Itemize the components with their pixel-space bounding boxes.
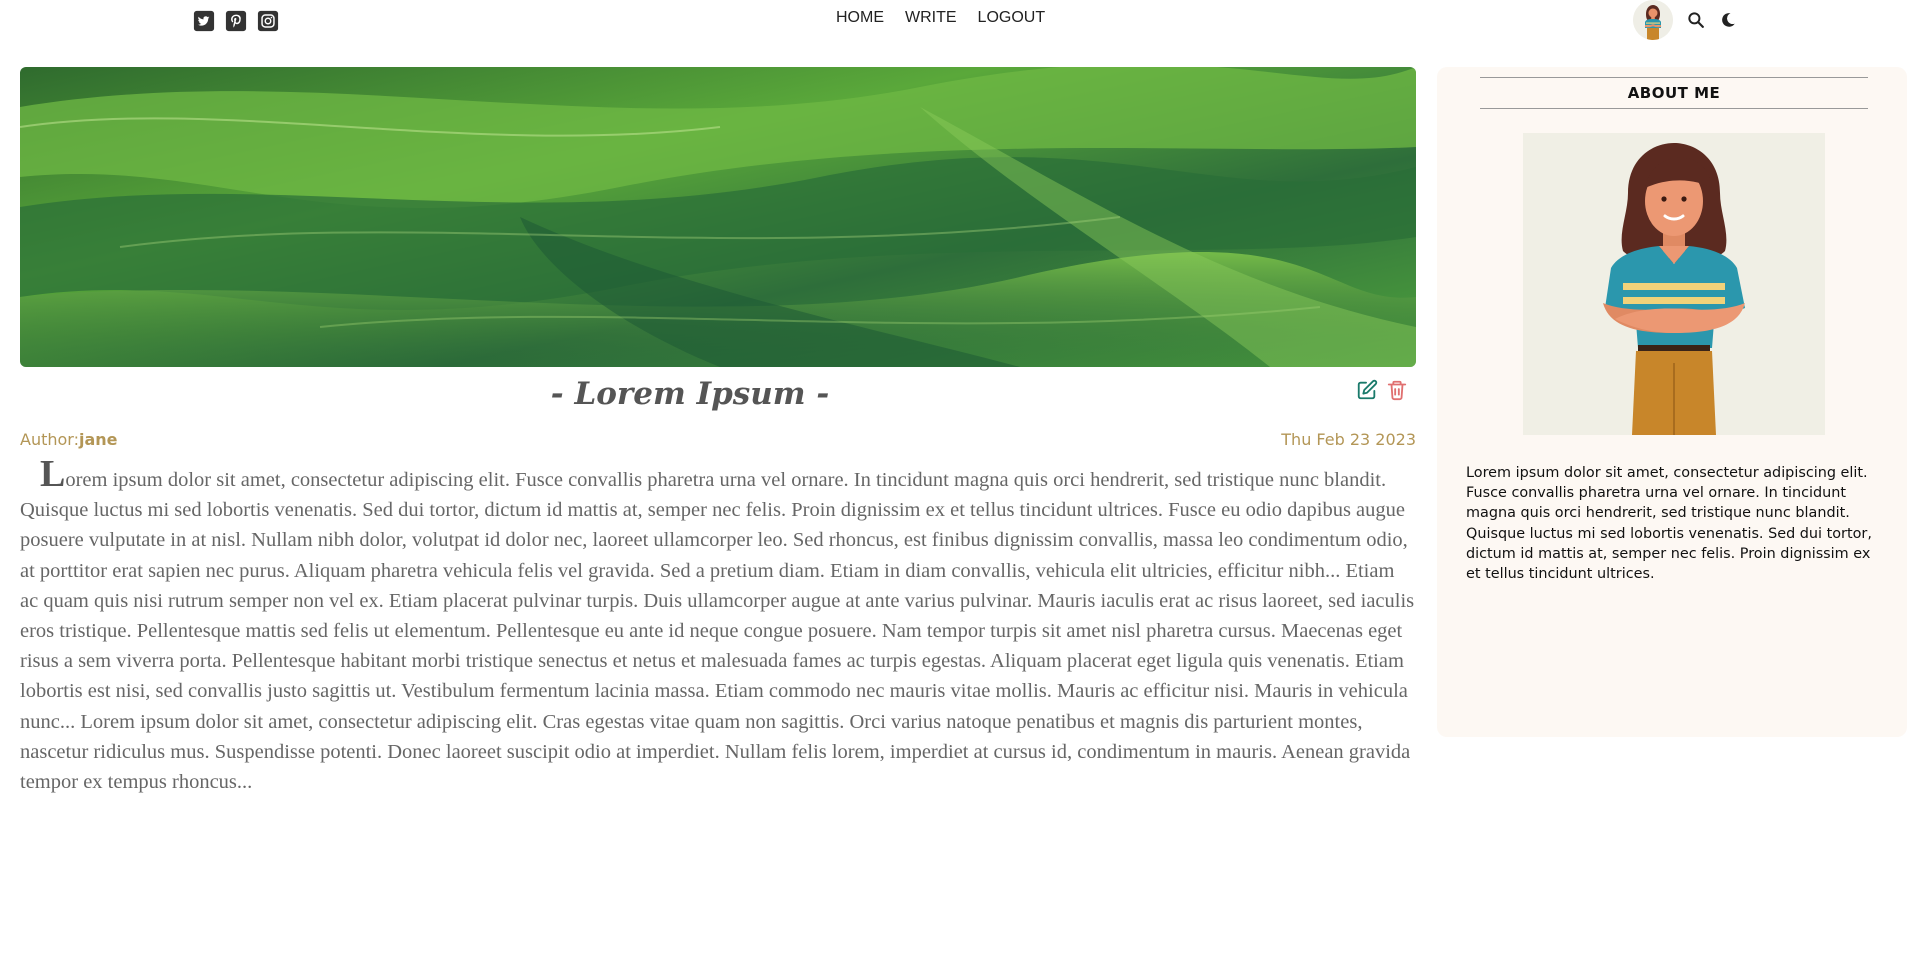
main-menu: HOME WRITE LOGOUT	[836, 9, 1045, 27]
twitter-icon[interactable]	[193, 10, 215, 32]
drop-cap: L	[40, 453, 66, 495]
nav-logout-link[interactable]: LOGOUT	[978, 9, 1046, 27]
post-meta: Author:jane Thu Feb 23 2023	[20, 430, 1416, 449]
header-tools	[1633, 0, 1737, 40]
delete-icon[interactable]	[1386, 379, 1408, 401]
nav-home-link[interactable]: HOME	[836, 9, 884, 27]
post-date: Thu Feb 23 2023	[1281, 430, 1416, 449]
about-me-illustration	[1523, 133, 1825, 435]
post-author: Author:jane	[20, 430, 118, 449]
post-body-text: orem ipsum dolor sit amet, consectetur a…	[20, 469, 1415, 794]
author-label: Author:	[20, 430, 79, 449]
top-navbar: HOME WRITE LOGOUT	[0, 0, 1920, 42]
edit-icon[interactable]	[1356, 379, 1378, 401]
about-me-text: Lorem ipsum dolor sit amet, consectetur …	[1466, 465, 1872, 583]
avatar[interactable]	[1633, 0, 1673, 40]
sidebar-title: ABOUT ME	[1480, 77, 1868, 109]
post-body: Lorem ipsum dolor sit amet, consectetur …	[20, 455, 1416, 797]
social-links	[193, 10, 279, 32]
moon-icon[interactable]	[1719, 11, 1737, 29]
nav-write-link[interactable]: WRITE	[905, 9, 957, 27]
post-actions	[1356, 379, 1408, 401]
author-name-link[interactable]: jane	[79, 430, 118, 449]
search-icon[interactable]	[1687, 11, 1705, 29]
sidebar: ABOUT ME Lorem ipsum dolor sit amet, con…	[1437, 67, 1907, 737]
post-title: - Lorem Ipsum -	[550, 376, 830, 412]
post-header-image	[20, 67, 1416, 367]
instagram-icon[interactable]	[257, 10, 279, 32]
pinterest-icon[interactable]	[225, 10, 247, 32]
